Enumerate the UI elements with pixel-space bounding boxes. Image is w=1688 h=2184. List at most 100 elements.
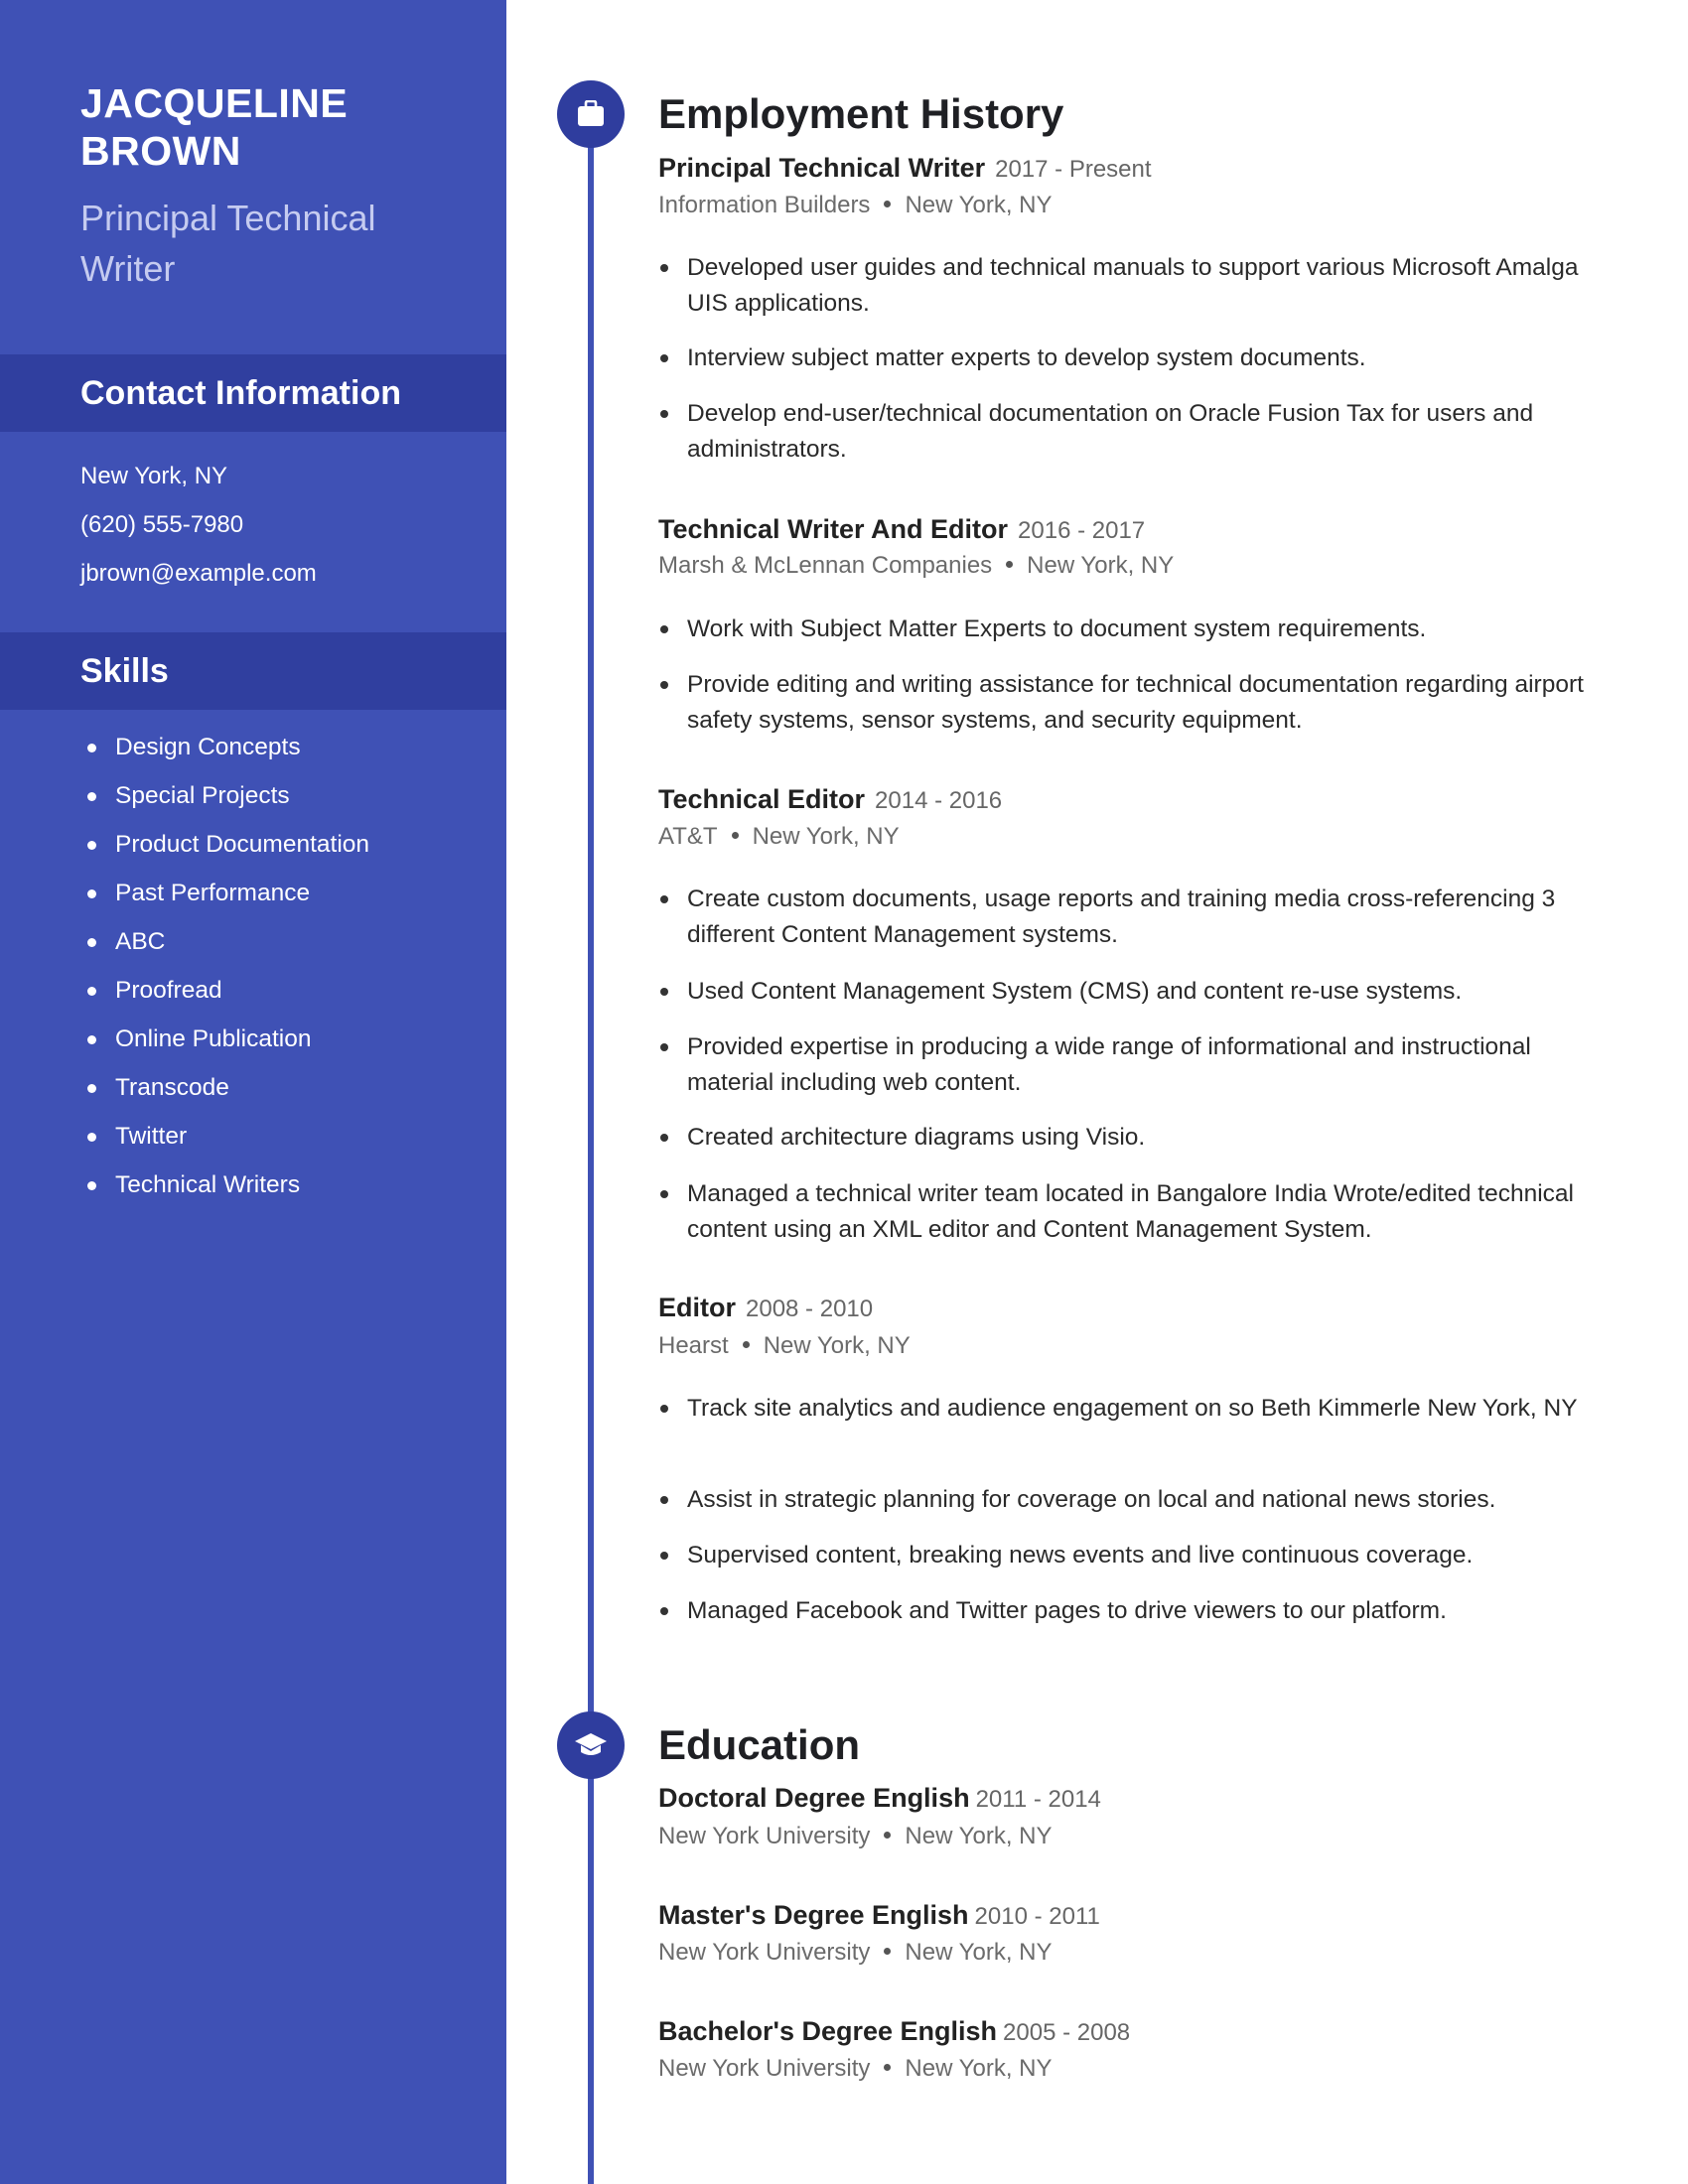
list-item: Used Content Management System (CMS) and… xyxy=(658,974,1616,1010)
separator-dot-icon xyxy=(1006,561,1014,569)
separator-dot-icon xyxy=(884,2064,892,2072)
degree: Doctoral Degree English xyxy=(658,1783,970,1813)
bullet-icon xyxy=(660,1405,668,1413)
bullet-icon xyxy=(87,987,96,996)
contact-email[interactable]: jbrown@example.com xyxy=(80,549,317,598)
contact-phone[interactable]: (620) 555-7980 xyxy=(80,500,317,549)
bullet-icon xyxy=(660,895,668,903)
job-title: Technical Editor xyxy=(658,784,866,814)
sidebar: JACQUELINE BROWN Principal Technical Wri… xyxy=(0,0,506,2184)
separator-dot-icon xyxy=(731,832,739,840)
job-dates: 2016 - 2017 xyxy=(1018,517,1146,544)
contact-list: New York, NY (620) 555-7980 jbrown@examp… xyxy=(80,452,317,598)
job-location: New York, NY xyxy=(1027,552,1175,579)
school: New York University xyxy=(658,1939,871,1966)
bullet-text: Created architecture diagrams using Visi… xyxy=(687,1124,1146,1151)
skill-label: Past Performance xyxy=(115,880,311,906)
education-header: Master's Degree English 2010 - 2011 xyxy=(658,1897,1100,1938)
job-company: Hearst xyxy=(658,1332,729,1359)
job-location: New York, NY xyxy=(905,192,1053,218)
candidate-title: Principal Technical Writer xyxy=(80,193,478,294)
job-title: Editor xyxy=(658,1293,736,1322)
skill-item: Technical Writers xyxy=(80,1168,369,1217)
degree: Master's Degree English xyxy=(658,1900,969,1930)
job-dates: 2014 - 2016 xyxy=(875,787,1003,814)
contact-location: New York, NY xyxy=(80,463,228,489)
skill-item: Twitter xyxy=(80,1120,369,1168)
briefcase-icon xyxy=(557,80,625,148)
bullet-text: Provided expertise in producing a wide r… xyxy=(687,1033,1531,1096)
bullet-icon xyxy=(660,1043,668,1051)
bullet-text: Developed user guides and technical manu… xyxy=(687,254,1579,317)
skills-heading: Skills xyxy=(80,652,169,690)
bullet-text: Develop end-user/technical documentation… xyxy=(687,400,1534,463)
skill-label: Twitter xyxy=(115,1123,188,1150)
bullet-icon xyxy=(660,625,668,633)
bullet-text: Assist in strategic planning for coverag… xyxy=(687,1486,1496,1513)
job-header: Principal Technical Writer 2017 - Present xyxy=(658,150,1152,191)
candidate-name: JACQUELINE BROWN xyxy=(80,79,478,175)
bullet-text: Provide editing and writing assistance f… xyxy=(687,671,1584,734)
job-company: Information Builders xyxy=(658,192,871,218)
job-location: New York, NY xyxy=(763,1332,911,1359)
job-header: Technical Editor 2014 - 2016 xyxy=(658,781,1002,822)
separator-dot-icon xyxy=(884,1948,892,1956)
education-meta: New York University New York, NY xyxy=(658,1935,1053,1971)
bullet-icon xyxy=(87,1035,96,1044)
skill-item: Design Concepts xyxy=(80,731,369,779)
contact-header-band: Contact Information xyxy=(0,354,506,432)
education-header: Doctoral Degree English 2011 - 2014 xyxy=(658,1780,1101,1821)
bullet-icon xyxy=(660,1134,668,1142)
school: New York University xyxy=(658,2055,871,2082)
job-meta: Hearst New York, NY xyxy=(658,1328,911,1364)
job-dates: 2017 - Present xyxy=(995,156,1152,183)
bullet-icon xyxy=(660,681,668,689)
job-location: New York, NY xyxy=(752,823,900,850)
degree: Bachelor's Degree English xyxy=(658,2016,998,2046)
title-line-2: Writer xyxy=(80,248,176,289)
separator-dot-icon xyxy=(884,1832,892,1840)
list-item: Managed Facebook and Twitter pages to dr… xyxy=(658,1593,1616,1629)
skill-item: Past Performance xyxy=(80,877,369,925)
employment-heading: Employment History xyxy=(658,90,1064,137)
education-location: New York, NY xyxy=(905,1939,1053,1966)
list-item: Supervised content, breaking news events… xyxy=(658,1538,1616,1573)
job-header: Technical Writer And Editor 2016 - 2017 xyxy=(658,511,1145,552)
job-dates: 2008 - 2010 xyxy=(746,1296,874,1322)
bullet-icon xyxy=(660,264,668,272)
timeline-line xyxy=(588,114,594,2184)
job-company: AT&T xyxy=(658,823,718,850)
title-line-1: Principal Technical xyxy=(80,198,376,238)
bullet-text: Create custom documents, usage reports a… xyxy=(687,886,1556,948)
bullet-icon xyxy=(660,988,668,996)
education-dates: 2010 - 2011 xyxy=(974,1903,1100,1930)
bullet-text: Supervised content, breaking news events… xyxy=(687,1542,1474,1569)
bullet-icon xyxy=(660,1552,668,1560)
skill-label: Special Projects xyxy=(115,782,290,809)
skills-list: Design Concepts Special Projects Product… xyxy=(80,731,369,1217)
name-first: JACQUELINE xyxy=(80,80,349,126)
list-item: Create custom documents, usage reports a… xyxy=(658,882,1616,953)
bullet-icon xyxy=(87,938,96,947)
education-location: New York, NY xyxy=(905,2055,1053,2082)
list-item: Provide editing and writing assistance f… xyxy=(658,667,1616,739)
skill-label: Design Concepts xyxy=(115,734,301,760)
job-meta: Information Builders New York, NY xyxy=(658,188,1053,223)
skill-label: Product Documentation xyxy=(115,831,370,858)
list-item: Managed a technical writer team located … xyxy=(658,1176,1616,1248)
education-meta: New York University New York, NY xyxy=(658,1819,1053,1854)
list-item: Develop end-user/technical documentation… xyxy=(658,396,1616,468)
job-title: Technical Writer And Editor xyxy=(658,514,1009,544)
bullet-icon xyxy=(660,354,668,362)
name-last: BROWN xyxy=(80,128,241,174)
bullet-icon xyxy=(87,889,96,898)
bullet-icon xyxy=(87,1181,96,1190)
education-dates: 2011 - 2014 xyxy=(975,1786,1101,1813)
bullet-text: Managed a technical writer team located … xyxy=(687,1180,1574,1243)
list-item: Created architecture diagrams using Visi… xyxy=(658,1120,1616,1156)
skill-item: Online Publication xyxy=(80,1023,369,1071)
list-item: Interview subject matter experts to deve… xyxy=(658,341,1616,376)
job-header: Editor 2008 - 2010 xyxy=(658,1290,873,1330)
skill-label: Technical Writers xyxy=(115,1171,301,1198)
bullet-text: Used Content Management System (CMS) and… xyxy=(687,978,1463,1005)
